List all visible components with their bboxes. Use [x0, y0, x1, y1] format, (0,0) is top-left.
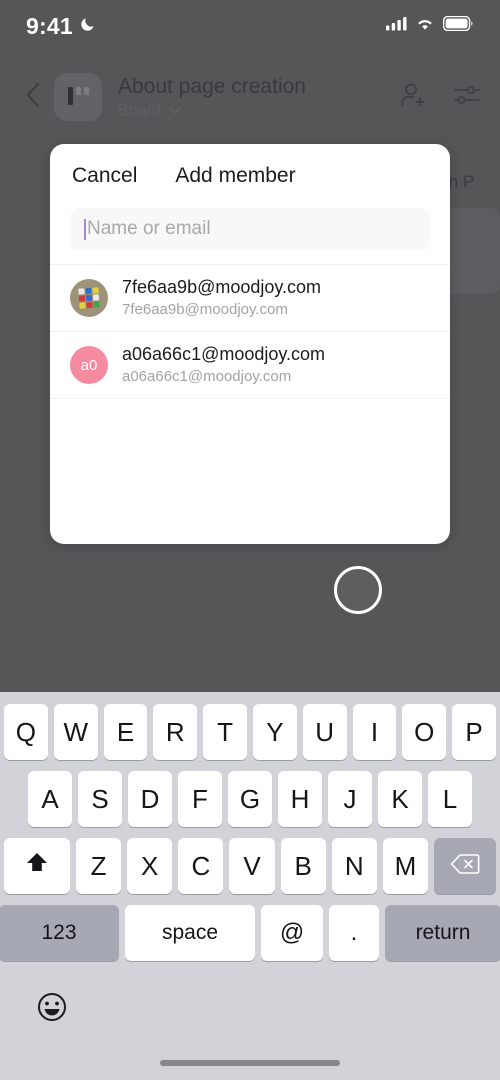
- list-divider: [50, 398, 450, 399]
- board-thumbnail-icon[interactable]: [54, 73, 102, 121]
- board-bars: [67, 87, 89, 107]
- modal-title: Add member: [175, 164, 296, 187]
- add-card-fab[interactable]: [334, 566, 382, 614]
- key-q[interactable]: Q: [4, 704, 48, 760]
- return-key[interactable]: return: [385, 905, 500, 961]
- key-g[interactable]: G: [228, 771, 272, 827]
- key-o[interactable]: O: [402, 704, 447, 760]
- header-text-block: About page creation Board: [118, 74, 388, 121]
- list-item-text: a06a66c1@moodjoy.com a06a66c1@moodjoy.co…: [122, 343, 325, 387]
- key-y[interactable]: Y: [253, 704, 297, 760]
- key-w[interactable]: W: [53, 704, 98, 760]
- board-type-selector[interactable]: Board: [118, 101, 388, 121]
- status-bar-left: 9:41: [26, 13, 97, 40]
- key-i[interactable]: I: [352, 704, 397, 760]
- sliders-icon[interactable]: [452, 80, 482, 115]
- avatar: a0: [70, 346, 108, 384]
- key-t[interactable]: T: [203, 704, 247, 760]
- key-r[interactable]: R: [153, 704, 198, 760]
- status-bar: 9:41: [0, 0, 500, 52]
- status-time: 9:41: [26, 12, 73, 39]
- key-b[interactable]: B: [280, 838, 326, 894]
- key-x[interactable]: X: [127, 838, 173, 894]
- search-wrap: Name or email: [50, 208, 450, 250]
- avatar-initials: a0: [80, 356, 98, 374]
- list-item[interactable]: a0 a06a66c1@moodjoy.com a06a66c1@moodjoy…: [50, 331, 450, 398]
- key-m[interactable]: M: [382, 838, 428, 894]
- key-z[interactable]: Z: [76, 838, 122, 894]
- member-name: a06a66c1@moodjoy.com: [122, 344, 326, 364]
- key-k[interactable]: K: [378, 771, 422, 827]
- person-add-icon[interactable]: [398, 80, 428, 115]
- home-indicator: [160, 1060, 340, 1066]
- keyboard-row-3: Z X C V B N M: [0, 838, 500, 894]
- key-u[interactable]: U: [302, 704, 347, 760]
- list-item[interactable]: 7fe6aa9b@moodjoy.com 7fe6aa9b@moodjoy.co…: [50, 264, 450, 331]
- key-v[interactable]: V: [229, 838, 275, 894]
- list-item-text: 7fe6aa9b@moodjoy.com 7fe6aa9b@moodjoy.co…: [122, 276, 321, 320]
- nav-header: About page creation Board: [0, 66, 500, 128]
- shift-key[interactable]: [4, 838, 70, 894]
- key-d[interactable]: D: [128, 771, 172, 827]
- key-n[interactable]: N: [331, 838, 377, 894]
- keyboard-row-2: A S D F G H J K L: [0, 771, 500, 827]
- member-name: 7fe6aa9b@moodjoy.com: [122, 277, 322, 297]
- key-h[interactable]: H: [278, 771, 322, 827]
- cellular-signal-icon: [386, 16, 407, 36]
- member-email: a06a66c1@moodjoy.com: [122, 368, 292, 385]
- status-bar-right: [386, 15, 474, 36]
- board-bar: [75, 87, 81, 95]
- wifi-icon: [415, 16, 435, 36]
- phone-screen: In P 9:41 About page creation Board Canc…: [0, 0, 500, 1080]
- chevron-left-icon: [25, 82, 41, 113]
- avatar: [70, 279, 108, 317]
- key-p[interactable]: P: [452, 704, 496, 760]
- member-email: 7fe6aa9b@moodjoy.com: [122, 301, 288, 318]
- key-j[interactable]: J: [328, 771, 372, 827]
- battery-icon: [442, 15, 474, 36]
- keyboard-row-4: 123 space @ . return: [0, 905, 500, 961]
- shift-arrow-icon: [24, 850, 50, 883]
- avatar-photo: [78, 287, 100, 309]
- search-placeholder: Name or email: [87, 218, 211, 239]
- emoji-key[interactable]: [34, 991, 70, 1027]
- key-c[interactable]: C: [178, 838, 224, 894]
- keyboard-row-1: Q W E R T Y U I O P: [0, 704, 500, 760]
- page-subtitle: Board: [118, 101, 161, 119]
- search-input[interactable]: Name or email: [70, 208, 430, 250]
- key-a[interactable]: A: [28, 771, 72, 827]
- modal-header: Cancel Add member: [50, 144, 450, 208]
- key-f[interactable]: F: [178, 771, 222, 827]
- at-key[interactable]: @: [261, 905, 323, 961]
- header-actions: [388, 80, 482, 115]
- backspace-key[interactable]: [433, 838, 496, 894]
- key-s[interactable]: S: [78, 771, 122, 827]
- keyboard-bottom-bar: [0, 972, 500, 1032]
- cancel-button[interactable]: Cancel: [72, 164, 137, 188]
- page-title: About page creation: [118, 74, 306, 98]
- key-e[interactable]: E: [103, 704, 148, 760]
- chevron-down-icon: [168, 102, 182, 120]
- period-key[interactable]: .: [329, 905, 379, 961]
- text-caret: [84, 218, 86, 240]
- add-member-modal: Cancel Add member Name or email 7fe6aa9b…: [50, 144, 450, 544]
- emoji-smiley-icon: [36, 991, 68, 1028]
- numbers-key[interactable]: 123: [0, 905, 119, 961]
- board-bar: [83, 87, 89, 95]
- key-l[interactable]: L: [428, 771, 472, 827]
- space-key[interactable]: space: [125, 905, 255, 961]
- back-button[interactable]: [18, 77, 48, 117]
- moon-icon: [80, 15, 97, 37]
- backspace-icon: [450, 851, 480, 882]
- onscreen-keyboard: Q W E R T Y U I O P A S D F G H J K L Z …: [0, 692, 500, 1080]
- board-bar: [67, 87, 73, 105]
- member-results-list: 7fe6aa9b@moodjoy.com 7fe6aa9b@moodjoy.co…: [50, 264, 450, 399]
